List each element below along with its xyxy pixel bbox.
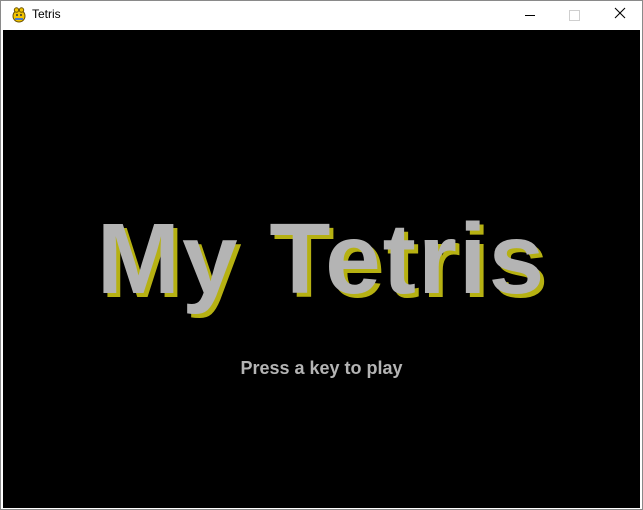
game-title-group: My Tetris My Tetris: [3, 203, 640, 318]
maximize-icon: [569, 9, 580, 21]
press-key-prompt: Press a key to play: [240, 358, 403, 378]
pygame-snake-icon: [10, 6, 28, 24]
title-bar[interactable]: Tetris: [1, 1, 642, 29]
maximize-button[interactable]: [552, 1, 597, 29]
minimize-icon: [524, 14, 535, 16]
game-title: My Tetris: [96, 203, 547, 315]
close-button[interactable]: [597, 1, 642, 29]
app-window: Tetris My Tetris My Tetris Press a key t…: [0, 0, 643, 510]
game-canvas[interactable]: My Tetris My Tetris Press a key to play: [3, 30, 640, 508]
close-icon: [614, 6, 626, 24]
minimize-button[interactable]: [507, 1, 552, 29]
window-title: Tetris: [32, 7, 61, 21]
